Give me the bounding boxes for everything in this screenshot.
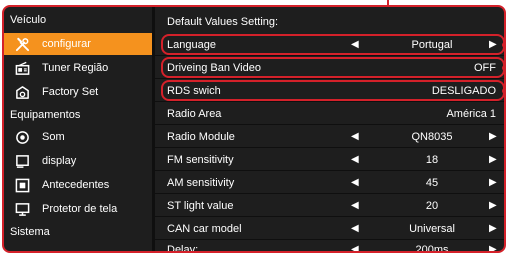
- speaker-icon: [14, 129, 30, 145]
- arrow-left-icon[interactable]: ◀: [351, 244, 359, 251]
- sidebar-item-tuner-regiao[interactable]: Tuner Região: [4, 57, 152, 79]
- arrow-right-icon[interactable]: ▶: [489, 177, 497, 188]
- setting-value: 45: [425, 176, 439, 189]
- tuner-icon: [14, 60, 30, 76]
- setting-row-st-light-value[interactable]: ST light value ◀ 20 ▶: [155, 195, 504, 217]
- sidebar-item-factory-set[interactable]: Factory Set: [4, 81, 152, 103]
- sidebar-item-configurar[interactable]: configurar: [4, 33, 152, 55]
- sidebar-section-system: Sistema: [10, 226, 50, 238]
- setting-row-radio-module[interactable]: Radio Module ◀ QN8035 ▶: [155, 126, 504, 148]
- sidebar-section-vehicle: Veículo: [10, 14, 47, 26]
- sidebar-section-equipment: Equipamentos: [10, 109, 81, 121]
- arrow-right-icon[interactable]: ▶: [489, 131, 497, 142]
- setting-label: AM sensitivity: [167, 176, 235, 189]
- wallpaper-icon: [14, 177, 30, 193]
- arrow-left-icon[interactable]: ◀: [351, 177, 359, 188]
- sidebar-item-protetor-de-tela[interactable]: Protetor de tela: [4, 198, 152, 220]
- setting-row-fm-sensitivity[interactable]: FM sensitivity ◀ 18 ▶: [155, 149, 504, 171]
- setting-row-radio-area[interactable]: Radio Area América 1: [155, 103, 504, 125]
- setting-label: Delay:: [167, 243, 199, 253]
- language-highlight: [161, 34, 504, 55]
- setting-value: Universal: [409, 222, 455, 235]
- arrow-right-icon[interactable]: ▶: [489, 223, 497, 234]
- callout-connector: [387, 0, 389, 7]
- sidebar-item-label: Som: [42, 131, 65, 143]
- setting-row-am-sensitivity[interactable]: AM sensitivity ◀ 45 ▶: [155, 172, 504, 194]
- sidebar-item-label: Antecedentes: [42, 179, 110, 191]
- sidebar-item-som[interactable]: Som: [4, 126, 152, 148]
- sidebar-item-display[interactable]: display: [4, 150, 152, 172]
- setting-value: QN8035: [411, 130, 453, 143]
- setting-row-delay[interactable]: Delay: ◀ 200ms ▶: [155, 239, 504, 253]
- wrench-screwdriver-icon: [14, 36, 30, 52]
- arrow-right-icon[interactable]: ▶: [489, 200, 497, 211]
- arrow-left-icon[interactable]: ◀: [351, 200, 359, 211]
- arrow-left-icon[interactable]: ◀: [351, 154, 359, 165]
- sidebar-item-antecedentes[interactable]: Antecedentes: [4, 174, 152, 196]
- sidebar-item-label: display: [42, 155, 77, 167]
- screensaver-icon: [14, 201, 30, 217]
- setting-row-can-car-model[interactable]: CAN car model ◀ Universal ▶: [155, 218, 504, 240]
- setting-label: CAN car model: [167, 222, 242, 235]
- factory-icon: [14, 84, 30, 100]
- page-title: Default Values Setting:: [167, 16, 279, 28]
- setting-label: ST light value: [167, 199, 234, 212]
- display-icon: [14, 153, 30, 169]
- setting-label: FM sensitivity: [167, 153, 234, 166]
- setting-label: Radio Module: [167, 130, 235, 143]
- setting-value: 18: [425, 153, 439, 166]
- rds-switch-highlight: [161, 80, 504, 101]
- default-values-panel: Default Values Setting: Language ◀ Portu…: [155, 7, 504, 251]
- arrow-right-icon[interactable]: ▶: [489, 154, 497, 165]
- setting-value: 200ms: [415, 243, 449, 253]
- sidebar-item-label: Tuner Região: [42, 62, 109, 74]
- sidebar-item-label: Factory Set: [42, 86, 99, 98]
- sidebar-item-label: configurar: [42, 38, 91, 50]
- arrow-left-icon[interactable]: ◀: [351, 131, 359, 142]
- setting-label: Radio Area: [167, 107, 222, 120]
- settings-screen: Veículo configurar Tuner Região Factory …: [2, 5, 506, 253]
- arrow-left-icon[interactable]: ◀: [351, 223, 359, 234]
- setting-value: América 1: [446, 107, 496, 120]
- arrow-right-icon[interactable]: ▶: [489, 244, 497, 251]
- sidebar: Veículo configurar Tuner Região Factory …: [4, 7, 152, 251]
- setting-value: 20: [425, 199, 439, 212]
- sidebar-item-label: Protetor de tela: [42, 203, 118, 215]
- driving-ban-video-highlight: [161, 57, 504, 78]
